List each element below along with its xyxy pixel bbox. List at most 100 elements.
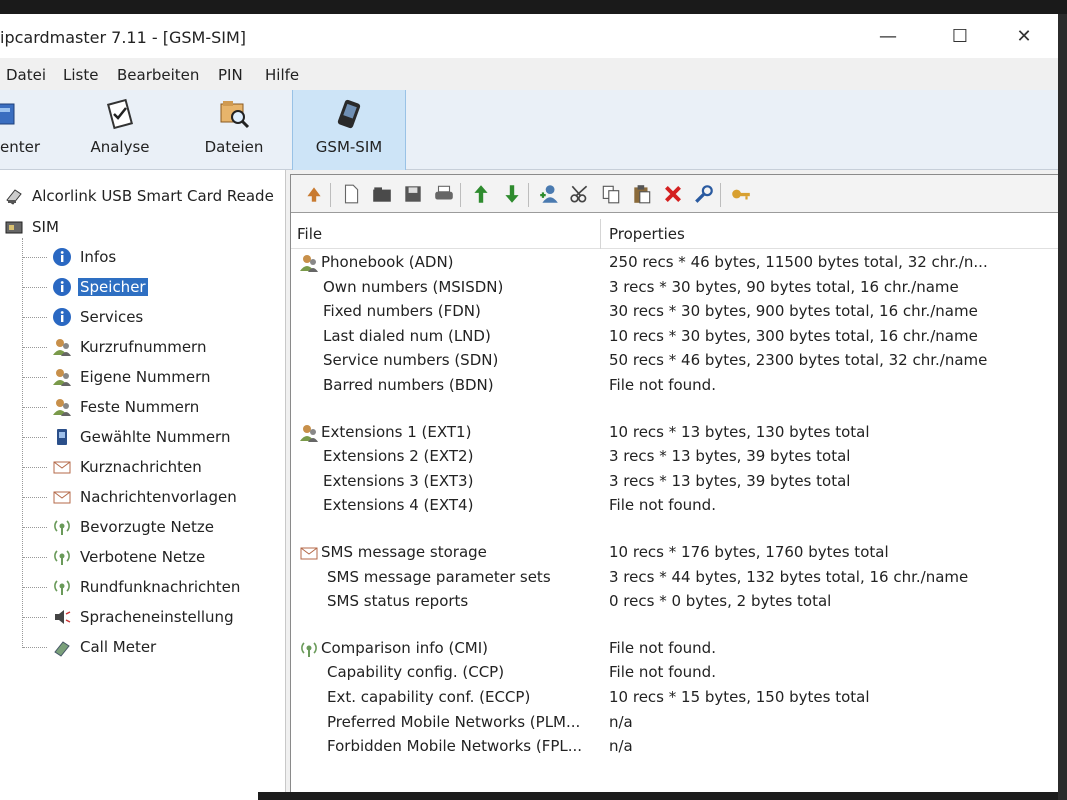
file-row[interactable]: Extensions 2 (EXT2) 3 recs * 13 bytes, 39… <box>291 445 1058 470</box>
file-properties: n/a <box>609 712 633 731</box>
file-row[interactable]: Barred numbers (BDN) File not found. <box>291 374 1058 399</box>
tree-item-call-meter[interactable]: Call Meter <box>52 635 282 659</box>
tree-item-label: Feste Nummern <box>80 398 200 416</box>
arrow-up-button[interactable] <box>470 183 494 207</box>
print-icon <box>435 185 453 200</box>
file-name: Preferred Mobile Networks (PLM... <box>327 712 581 731</box>
menu-pin[interactable]: PIN <box>218 66 243 84</box>
tree-item-label: Gewählte Nummern <box>80 428 231 446</box>
tree-item-kurznachrichten[interactable]: Kurznachrichten <box>52 455 282 479</box>
file-row[interactable]: Own numbers (MSISDN) 3 recs * 30 bytes, 9… <box>291 276 1058 301</box>
tree-item-gew-hlte-nummern[interactable]: Gewählte Nummern <box>52 425 282 449</box>
menu-bearbeiten[interactable]: Bearbeiten <box>117 66 199 84</box>
file-name: Last dialed num (LND) <box>323 326 491 345</box>
print-button[interactable] <box>433 183 457 207</box>
tree-item-kurzrufnummern[interactable]: Kurzrufnummern <box>52 335 282 359</box>
tree-reader[interactable]: Alcorlink USB Smart Card Reade <box>4 184 284 208</box>
search-key-button[interactable] <box>693 183 717 207</box>
tree-connector-branch <box>23 287 47 288</box>
tree-item-label: Infos <box>80 248 117 266</box>
column-separator[interactable] <box>600 219 601 249</box>
tree-item-services[interactable]: Services <box>52 305 282 329</box>
file-row[interactable]: Phonebook (ADN) 250 recs * 46 bytes, 1150… <box>291 251 1058 276</box>
tree-item-infos[interactable]: Infos <box>52 245 282 269</box>
tree-item-feste-nummern[interactable]: Feste Nummern <box>52 395 282 419</box>
analyse-button-label: Analyse <box>90 138 150 156</box>
refresh-button[interactable] <box>303 183 327 207</box>
file-properties: 3 recs * 30 bytes, 90 bytes total, 16 ch… <box>609 277 959 296</box>
screen-bezel-top <box>0 0 1067 14</box>
maximize-button[interactable]: ☐ <box>940 22 980 52</box>
tree-sim-label: SIM <box>32 218 59 236</box>
save-button[interactable] <box>402 183 426 207</box>
copy-button[interactable] <box>600 183 624 207</box>
file-name: Extensions 3 (EXT3) <box>323 471 474 490</box>
dateien-button-label: Dateien <box>204 138 264 156</box>
tree-item-bevorzugte-netze[interactable]: Bevorzugte Netze <box>52 515 282 539</box>
file-row[interactable]: Extensions 3 (EXT3) 3 recs * 13 bytes, 39… <box>291 470 1058 495</box>
dateien-button[interactable]: Dateien <box>194 90 274 170</box>
minimize-button[interactable]: — <box>868 22 908 52</box>
file-row[interactable]: Comparison info (CMI) File not found. <box>291 637 1058 662</box>
app-window: ipcardmaster 7.11 - [GSM-SIM] — ☐ ✕ Date… <box>0 14 1058 800</box>
col-file-header[interactable]: File <box>297 225 322 243</box>
menu-bar: Datei Liste Bearbeiten PIN Hilfe <box>0 62 1058 88</box>
add-contact-button[interactable] <box>538 183 562 207</box>
cut-button[interactable] <box>569 183 593 207</box>
file-properties: 3 recs * 44 bytes, 132 bytes total, 16 c… <box>609 567 969 586</box>
menu-datei[interactable]: Datei <box>6 66 46 84</box>
paste-button[interactable] <box>631 183 655 207</box>
col-properties-header[interactable]: Properties <box>609 225 685 243</box>
menu-liste[interactable]: Liste <box>63 66 98 84</box>
file-row[interactable]: Forbidden Mobile Networks (FPL... n/a <box>291 735 1058 760</box>
toolbar-separator <box>720 183 721 207</box>
window-title: ipcardmaster 7.11 - [GSM-SIM] <box>0 28 247 47</box>
file-row[interactable]: Preferred Mobile Networks (PLM... n/a <box>291 711 1058 736</box>
tree-sim-root[interactable]: SIM <box>4 215 204 239</box>
tree-item-verbotene-netze[interactable]: Verbotene Netze <box>52 545 282 569</box>
close-button[interactable]: ✕ <box>1004 22 1044 52</box>
analyse-button[interactable]: Analyse <box>80 90 160 170</box>
reader-button[interactable]: enter <box>0 90 40 170</box>
arrow-down-button[interactable] <box>501 183 525 207</box>
file-row[interactable]: Fixed numbers (FDN) 30 recs * 30 bytes, 9… <box>291 300 1058 325</box>
add-contact-icon <box>540 185 558 203</box>
tree-item-eigene-nummern[interactable]: Eigene Nummern <box>52 365 282 389</box>
search-key-icon <box>695 185 713 203</box>
file-name: Capability config. (CCP) <box>327 663 505 682</box>
file-row[interactable]: Capability config. (CCP) File not found. <box>291 661 1058 686</box>
file-row[interactable]: SMS message storage 10 recs * 176 bytes, … <box>291 541 1058 566</box>
tree-item-label: Spracheneinstellung <box>80 608 234 626</box>
cut-icon <box>570 185 588 203</box>
file-row[interactable]: SMS status reports 0 recs * 0 bytes, 2 by… <box>291 590 1058 615</box>
open-folder-button[interactable] <box>371 183 395 207</box>
delete-button[interactable] <box>662 183 686 207</box>
file-row[interactable]: Extensions 4 (EXT4) File not found. <box>291 494 1058 519</box>
new-file-button[interactable] <box>340 183 364 207</box>
sim-card-icon <box>5 221 23 234</box>
file-row[interactable]: Service numbers (SDN) 50 recs * 46 bytes,… <box>291 349 1058 374</box>
card-reader-icon <box>6 189 22 205</box>
new-file-icon <box>344 184 359 204</box>
gsm-sim-tab[interactable]: GSM-SIM <box>292 90 406 170</box>
files-search-icon <box>220 101 250 129</box>
gsm-sim-tab-label: GSM-SIM <box>315 138 383 156</box>
menu-hilfe[interactable]: Hilfe <box>265 66 299 84</box>
tree-item-label: Rundfunknachrichten <box>80 578 241 596</box>
tree-item-speicher[interactable]: Speicher <box>52 275 282 299</box>
tree-item-nachrichtenvorlagen[interactable]: Nachrichtenvorlagen <box>52 485 282 509</box>
tree-connector-branch <box>23 317 47 318</box>
envelope-icon <box>53 461 71 474</box>
tree-item-spracheneinstellung[interactable]: Spracheneinstellung <box>52 605 282 629</box>
file-properties: 10 recs * 15 bytes, 150 bytes total <box>609 688 870 706</box>
file-properties: 10 recs * 13 bytes, 130 bytes total <box>609 422 870 441</box>
key-button[interactable] <box>730 183 754 207</box>
file-row[interactable]: Last dialed num (LND) 10 recs * 30 bytes,… <box>291 325 1058 350</box>
toolbar-separator <box>460 183 461 207</box>
tree-item-label: Kurzrufnummern <box>80 338 207 356</box>
tree-connector-branch <box>23 437 47 438</box>
tree-item-rundfunknachrichten[interactable]: Rundfunknachrichten <box>52 575 282 599</box>
file-row[interactable]: SMS message parameter sets 3 recs * 44 by… <box>291 566 1058 591</box>
file-row[interactable]: Ext. capability conf. (ECCP) 10 recs * 15… <box>291 686 1058 711</box>
file-row[interactable]: Extensions 1 (EXT1) 10 recs * 13 bytes, 1… <box>291 421 1058 446</box>
